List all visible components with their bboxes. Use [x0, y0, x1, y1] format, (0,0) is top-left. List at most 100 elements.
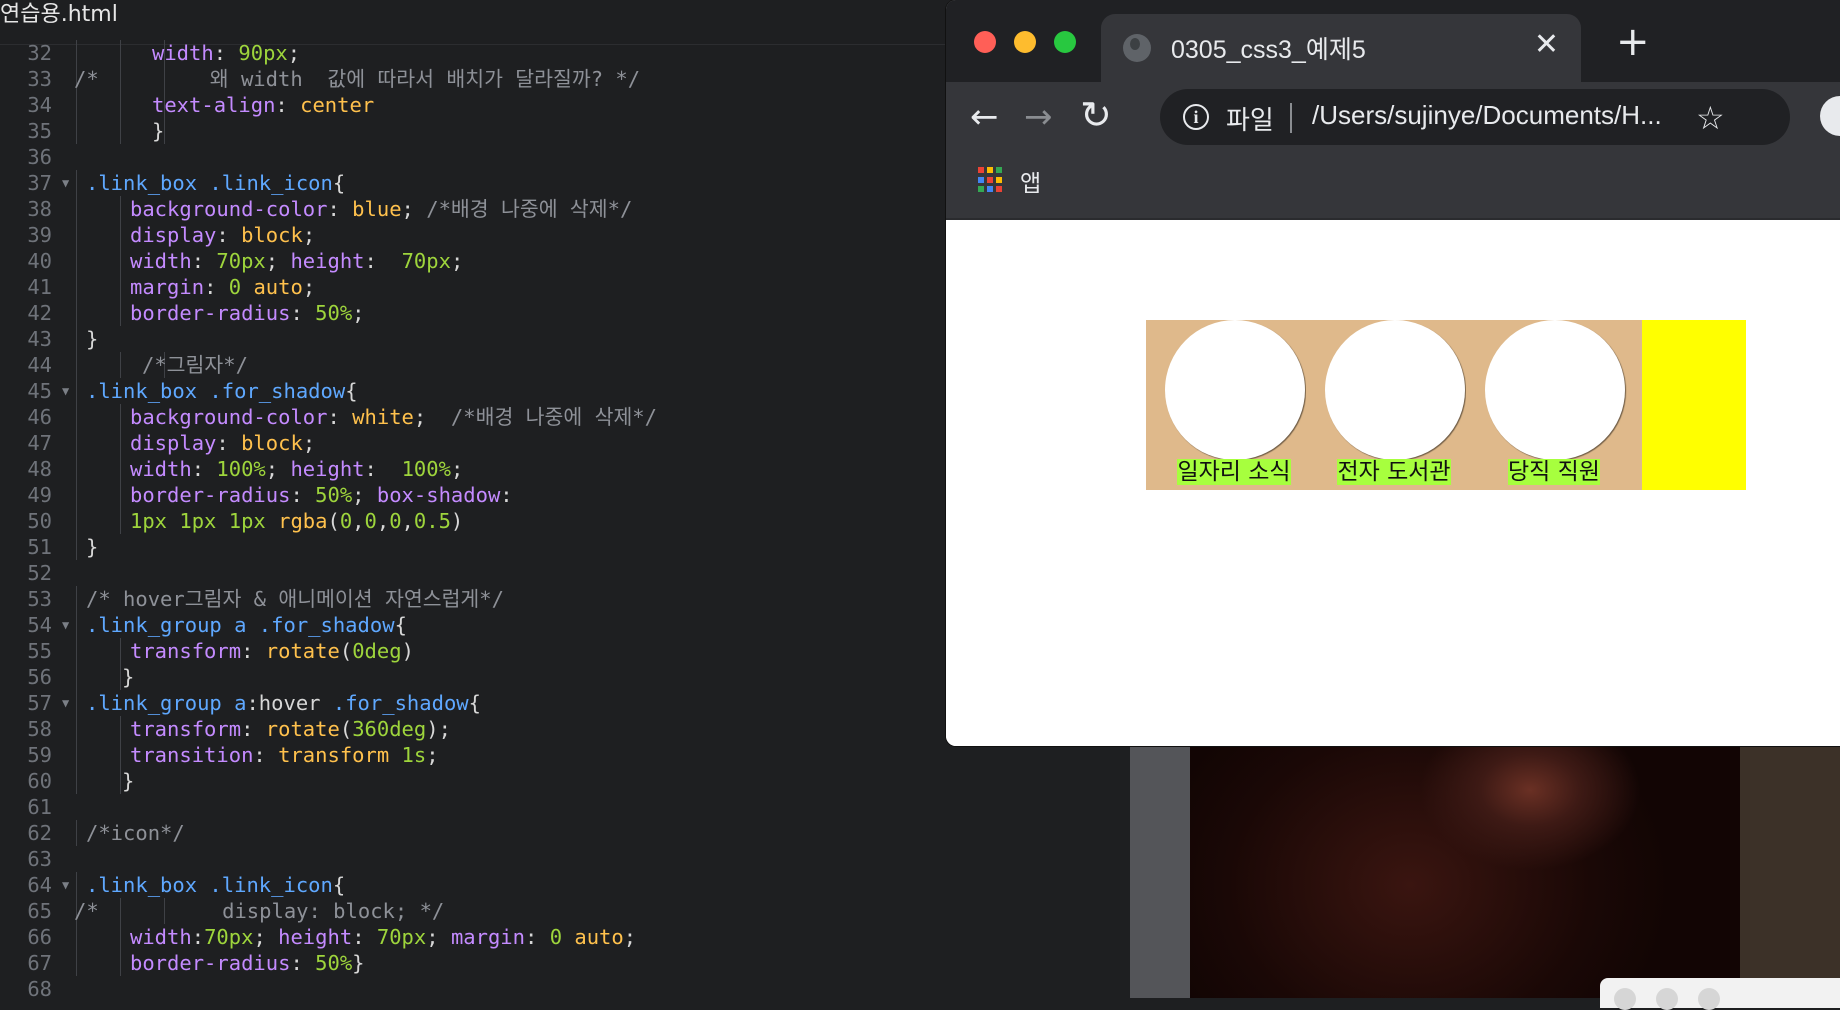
line-number: 32 [27, 41, 52, 65]
minimize-window-button[interactable] [1014, 31, 1036, 53]
maximize-window-button[interactable] [1054, 31, 1076, 53]
indent-guide [120, 404, 121, 430]
line-number: 51 [27, 535, 52, 559]
code-line[interactable]: 68 [0, 976, 1130, 998]
shadow-circle [1325, 320, 1465, 460]
line-number: 37 [27, 171, 52, 195]
code-text: border-radius: 50%} [130, 951, 365, 975]
indent-guide [76, 482, 77, 508]
background-dot [1698, 988, 1720, 1010]
shadow-circle [1485, 320, 1625, 460]
address-divider [1290, 103, 1292, 133]
code-text: width: 70px; height: 70px; [130, 249, 464, 273]
link-label-e-library: 전자 도서관 [1337, 459, 1451, 485]
code-text: display: block; [130, 431, 316, 455]
fold-arrow-icon[interactable]: ▼ [62, 690, 69, 716]
code-line[interactable]: 61 [0, 794, 1130, 820]
reload-button[interactable]: ↻ [1080, 95, 1112, 135]
link-box-e-library[interactable]: 전자 도서관 [1306, 320, 1482, 490]
line-number: 52 [27, 561, 52, 585]
indent-guide [120, 118, 121, 144]
line-number: 49 [27, 483, 52, 507]
line-number: 50 [27, 509, 52, 533]
apps-grid-icon[interactable] [978, 167, 1004, 193]
code-line[interactable]: 67 border-radius: 50%} [0, 950, 1130, 976]
indent-guide [76, 300, 77, 326]
code-text: /* 왜 width 값에 따라서 배치가 달라질까? */ [74, 67, 641, 91]
indent-guide [76, 404, 77, 430]
code-text: /*icon*/ [86, 821, 185, 845]
code-text: .link_group a .for_shadow{ [86, 613, 407, 637]
indent-guide [120, 456, 121, 482]
code-line[interactable]: 65 /* display: block; */ [0, 898, 1130, 924]
apps-bookmark-label[interactable]: 앱 [1020, 164, 1041, 198]
apps-dot [978, 186, 984, 193]
line-number: 68 [27, 977, 52, 998]
address-url[interactable]: /Users/sujinye/Documents/H... [1312, 100, 1662, 131]
code-text: .link_box .link_icon{ [86, 873, 346, 897]
code-line[interactable]: 62 /*icon*/ [0, 820, 1130, 846]
indent-guide [120, 482, 121, 508]
bookmark-star-icon[interactable]: ☆ [1696, 98, 1725, 138]
code-text: .link_box .for_shadow{ [86, 379, 358, 403]
browser-tab[interactable]: 0305_css3_예제5 ✕ [1101, 14, 1581, 82]
indent-guide [76, 508, 77, 534]
fold-arrow-icon[interactable]: ▼ [62, 378, 69, 404]
close-window-button[interactable] [974, 31, 996, 53]
fold-arrow-icon[interactable]: ▼ [62, 612, 69, 638]
new-tab-button[interactable]: + [1616, 22, 1650, 62]
link-label-job-news: 일자리 소식 [1177, 459, 1291, 485]
code-text: width: 90px; [152, 41, 301, 65]
indent-guide [76, 820, 77, 846]
indent-guide [120, 508, 121, 534]
indent-guide [120, 638, 121, 664]
shadow-circle [1165, 320, 1305, 460]
code-text: } [122, 769, 135, 793]
forward-button[interactable]: → [1024, 97, 1053, 137]
indent-guide [76, 612, 77, 638]
info-icon[interactable] [1183, 104, 1209, 130]
indent-guide [76, 586, 77, 612]
code-text: transform: rotate(360deg); [130, 717, 451, 741]
line-number: 41 [27, 275, 52, 299]
close-tab-icon[interactable]: ✕ [1534, 27, 1559, 63]
indent-guide [76, 664, 77, 690]
code-line[interactable]: 60} [0, 768, 1130, 794]
tab-title: 0305_css3_예제5 [1171, 36, 1366, 64]
code-text: /* display: block; */ [74, 899, 445, 923]
web-page: 일자리 소식 전자 도서관 당직 직원 [946, 220, 1840, 746]
indent-guide [76, 690, 77, 716]
line-number: 56 [27, 665, 52, 689]
link-group: 일자리 소식 전자 도서관 당직 직원 [1146, 320, 1746, 490]
line-number: 63 [27, 847, 52, 871]
indent-guide [120, 352, 121, 378]
line-number: 55 [27, 639, 52, 663]
editor-file-tab[interactable]: 연습용.html [0, 0, 118, 44]
line-number: 43 [27, 327, 52, 351]
code-text: transition: transform 1s; [130, 743, 439, 767]
code-line[interactable]: 66 width:70px; height: 70px; margin: 0 au… [0, 924, 1130, 950]
fold-arrow-icon[interactable]: ▼ [62, 170, 69, 196]
code-text: } [86, 535, 99, 559]
indent-guide [120, 742, 121, 768]
code-text: background-color: blue; /*배경 나중에 삭제*/ [130, 197, 633, 221]
background-panel [1600, 978, 1840, 1008]
indent-guide [120, 716, 121, 742]
line-number: 64 [27, 873, 52, 897]
line-number: 36 [27, 145, 52, 169]
globe-icon [1123, 34, 1151, 62]
code-line[interactable]: 64 ▼ .link_box .link_icon{ [0, 872, 1130, 898]
back-button[interactable]: ← [970, 97, 999, 137]
indent-guide [76, 352, 77, 378]
line-number: 44 [27, 353, 52, 377]
fold-arrow-icon[interactable]: ▼ [62, 872, 69, 898]
indent-guide [76, 222, 77, 248]
link-box-duty-staff[interactable]: 당직 직원 [1466, 320, 1642, 490]
line-number: 33 [27, 67, 52, 91]
code-text: /* hover그림자 & 애니메이션 자연스럽게*/ [86, 587, 504, 611]
code-line[interactable]: 63 [0, 846, 1130, 872]
indent-guide [76, 638, 77, 664]
indent-guide [76, 456, 77, 482]
link-box-job-news[interactable]: 일자리 소식 [1146, 320, 1322, 490]
line-number: 62 [27, 821, 52, 845]
